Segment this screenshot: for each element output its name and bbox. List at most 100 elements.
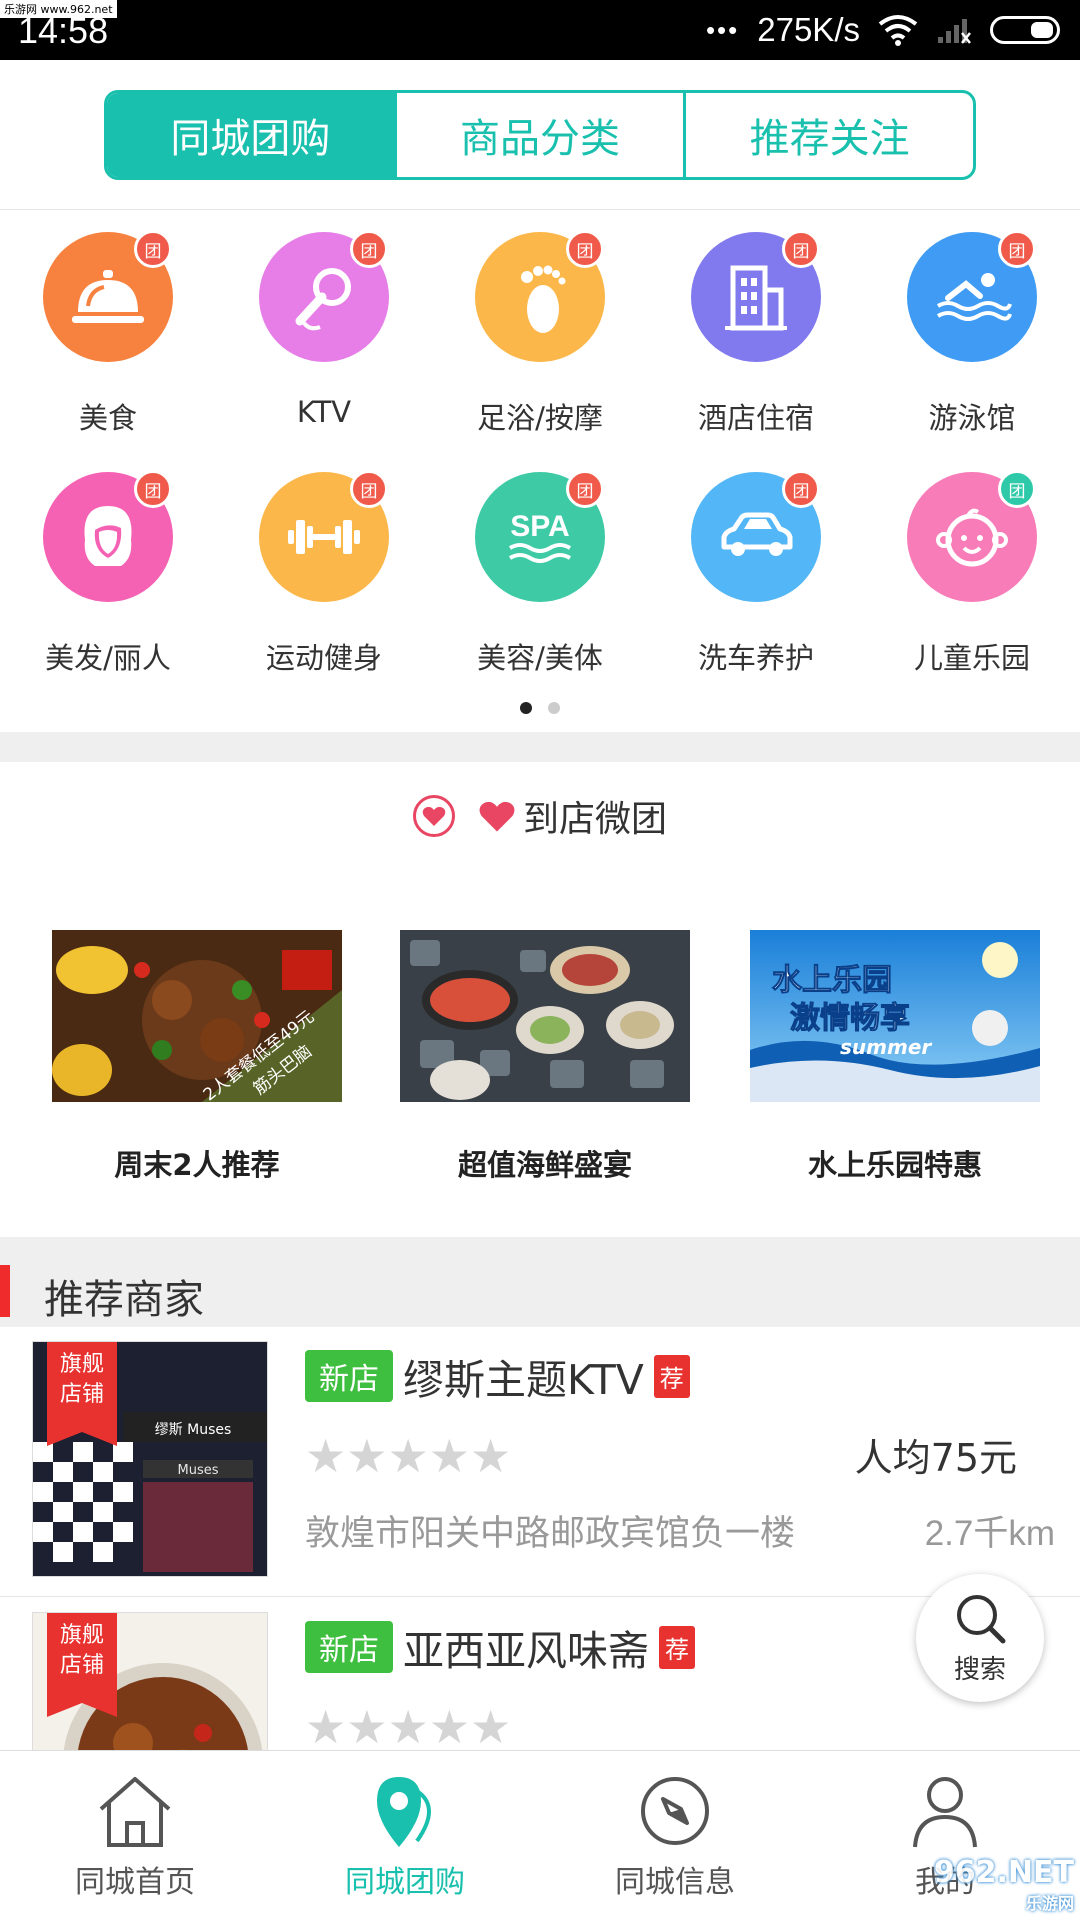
- nav-label: 同城信息: [615, 1865, 735, 1900]
- group-badge: 团: [998, 470, 1036, 508]
- merchant-thumbnail[interactable]: 缪斯 Muses Muses 旗舰 店铺: [32, 1341, 268, 1577]
- recommend-title: 推荐商家: [44, 1277, 204, 1323]
- home-icon: [99, 1777, 171, 1847]
- svg-text:SPA: SPA: [510, 510, 569, 543]
- wifi-icon: [878, 15, 918, 46]
- flag-line1: 旗舰: [59, 1352, 104, 1377]
- category-foot-massage[interactable]: 团 足浴/按摩: [432, 212, 648, 452]
- recommended-tag: 荐: [653, 1354, 690, 1398]
- tab-header: 同城团购 商品分类 推荐关注: [0, 60, 1080, 210]
- watermark-sub: 乐游网: [1025, 1894, 1074, 1913]
- merchant-avg-price: 人均75元: [854, 1436, 1017, 1480]
- section-divider: [0, 732, 1080, 762]
- group-badge: 团: [134, 470, 172, 508]
- star-rating-icon: ★★★★★: [305, 1700, 512, 1754]
- new-store-tag: 新店: [305, 1621, 393, 1673]
- category-label: 足浴/按摩: [477, 401, 603, 435]
- recommended-tag: 荐: [659, 1625, 695, 1669]
- merchant-item[interactable]: 缪斯 Muses Muses 旗舰 店铺 新店 缪斯主题KTV 荐 ★★★★★: [0, 1327, 1080, 1597]
- tab-product-category[interactable]: 商品分类: [393, 93, 684, 177]
- category-label: 儿童乐园: [913, 641, 1030, 675]
- promo-card-seafood[interactable]: 超值海鲜盛宴: [400, 930, 690, 1184]
- promo-card-waterpark[interactable]: 水上乐园 激情畅享 summer 水上乐园特惠: [750, 930, 1040, 1184]
- category-food[interactable]: 团 美食: [0, 212, 216, 452]
- category-grid: 团 美食 团 KTV 团 足浴/按摩 团 酒店住宿 团 游泳馆 团 美发/丽人 …: [0, 212, 1080, 732]
- floating-search-button[interactable]: 搜索: [916, 1574, 1044, 1702]
- nav-city-group-buy[interactable]: 同城团购: [270, 1751, 540, 1920]
- promo-card-weekend[interactable]: 2人套餐低至49元 筋头巴脑 周末2人推荐: [52, 930, 342, 1184]
- category-label: 洗车养护: [697, 641, 814, 675]
- category-ktv[interactable]: 团 KTV: [216, 212, 432, 452]
- bottom-nav: 同城首页 同城团购 同城信息 我的 962.NET 乐游网: [0, 1750, 1080, 1920]
- merchant-name[interactable]: 亚西亚风味斋: [403, 1617, 649, 1677]
- group-badge: 团: [350, 230, 388, 268]
- watermark-top: 乐游网 www.962.net: [0, 0, 117, 18]
- promo-image-waterpark[interactable]: 水上乐园 激情畅享 summer: [750, 930, 1040, 1102]
- nav-city-home[interactable]: 同城首页: [0, 1751, 270, 1920]
- flag-line2: 店铺: [59, 1382, 104, 1407]
- nav-label: 同城团购: [345, 1865, 465, 1900]
- page-dot-active: [520, 702, 532, 714]
- watermark-bottom: 962.NET 乐游网: [934, 1855, 1074, 1914]
- merchant-info: 新店 缪斯主题KTV 荐 ★★★★★ 人均75元 敦煌市阳关中路邮政宾馆负一楼 …: [305, 1341, 1065, 1561]
- promo-caption: 水上乐园特惠: [807, 1148, 982, 1182]
- category-kids-park[interactable]: 团 儿童乐园: [864, 452, 1080, 692]
- compass-icon: [641, 1777, 709, 1845]
- status-bar: 14:58 ••• 275K/s: [0, 0, 1080, 60]
- promo-overlay-line2: 激情畅享: [790, 1001, 910, 1036]
- search-label: 搜索: [953, 1654, 1006, 1685]
- section-accent-bar: [0, 1265, 10, 1317]
- category-hair-beauty[interactable]: 团 美发/丽人: [0, 452, 216, 692]
- category-hotel[interactable]: 团 酒店住宿: [648, 212, 864, 452]
- category-swimming[interactable]: 团 游泳馆: [864, 212, 1080, 452]
- page-dot: [548, 702, 560, 714]
- group-badge: 团: [350, 470, 388, 508]
- search-icon: [957, 1594, 1006, 1643]
- category-label: 运动健身: [265, 641, 382, 675]
- thumb-sign-lower: Muses: [178, 1463, 219, 1478]
- tab-recommend-follow[interactable]: 推荐关注: [683, 93, 973, 177]
- merchant-address: 敦煌市阳关中路邮政宾馆负一楼: [305, 1514, 796, 1554]
- merchant-name[interactable]: 缪斯主题KTV: [403, 1346, 644, 1406]
- location-pin-icon: [377, 1777, 431, 1847]
- star-rating-icon: ★★★★★: [305, 1429, 512, 1483]
- category-fitness[interactable]: 团 运动健身: [216, 452, 432, 692]
- category-label: 美发/丽人: [45, 641, 171, 675]
- promo-overlay-line1: 水上乐园: [772, 963, 892, 998]
- heart-circle-icon: [412, 795, 455, 837]
- nav-label: 同城首页: [75, 1865, 195, 1900]
- category-beauty-body[interactable]: SPA 团 美容/美体: [432, 452, 648, 692]
- group-badge: 团: [566, 230, 604, 268]
- no-signal-icon: [938, 19, 971, 44]
- group-badge: 团: [998, 230, 1036, 268]
- recommend-header: 推荐商家: [0, 1237, 1080, 1327]
- category-label: KTV: [296, 395, 352, 429]
- group-badge: 团: [566, 470, 604, 508]
- category-car-wash[interactable]: 团 洗车养护: [648, 452, 864, 692]
- user-icon: [913, 1777, 977, 1848]
- category-label: 游泳馆: [928, 401, 1016, 435]
- group-badge: 团: [134, 230, 172, 268]
- micro-group-header: 到店微团: [0, 790, 1080, 842]
- merchant-distance: 2.7千km: [924, 1514, 1055, 1553]
- flag-line2: 店铺: [59, 1653, 104, 1678]
- promo-overlay-line3: summer: [840, 1035, 932, 1059]
- battery-icon: [990, 16, 1060, 44]
- flagship-store-flag: 旗舰 店铺: [47, 1342, 117, 1446]
- promo-caption: 超值海鲜盛宴: [457, 1148, 632, 1182]
- new-store-tag: 新店: [305, 1350, 393, 1402]
- network-speed: 275K/s: [757, 11, 860, 48]
- category-label: 酒店住宿: [697, 401, 814, 435]
- watermark-main: 962.NET: [933, 1855, 1074, 1890]
- nav-city-info[interactable]: 同城信息: [540, 1751, 810, 1920]
- promo-caption: 周末2人推荐: [114, 1148, 280, 1182]
- status-icons: ••• 275K/s: [706, 10, 1060, 50]
- promo-image-food[interactable]: 2人套餐低至49元 筋头巴脑: [52, 930, 342, 1102]
- promo-image-seafood[interactable]: [400, 930, 690, 1102]
- category-label: 美容/美体: [477, 641, 603, 675]
- group-badge: 团: [782, 230, 820, 268]
- more-dots-icon: •••: [705, 14, 740, 45]
- tab-city-group-buy[interactable]: 同城团购: [107, 93, 394, 177]
- category-label: 美食: [78, 401, 137, 435]
- flag-line1: 旗舰: [59, 1623, 104, 1648]
